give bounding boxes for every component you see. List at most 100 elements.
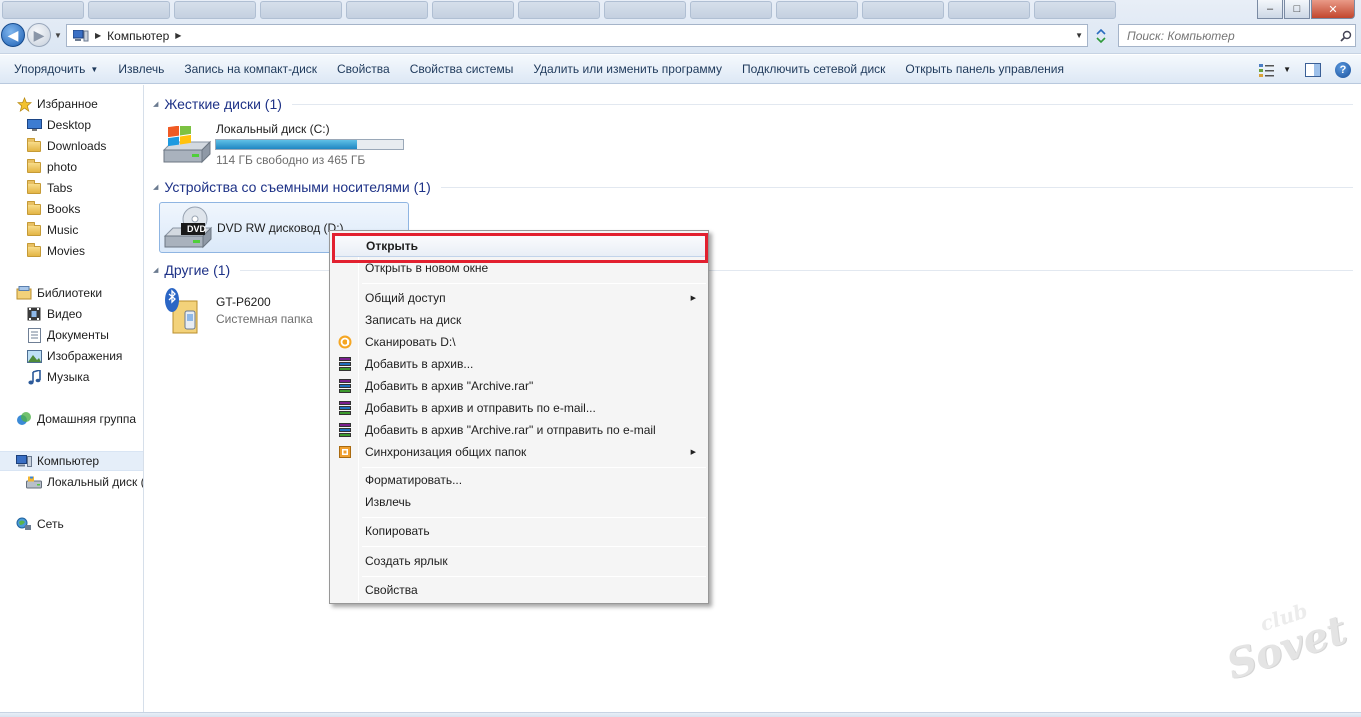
search-icon[interactable] <box>1337 30 1355 42</box>
menu-item-open[interactable]: Открыть <box>332 235 706 257</box>
menu-label: Добавить в архив "Archive.rar" и отправи… <box>365 423 656 437</box>
nav-label: Домашняя группа <box>37 412 137 426</box>
task-tab[interactable] <box>948 1 1030 19</box>
task-tab[interactable] <box>776 1 858 19</box>
disk-usage-fill <box>216 140 358 149</box>
control-panel-button[interactable]: Открыть панель управления <box>895 55 1074 83</box>
address-dropdown-icon[interactable]: ▼ <box>1075 31 1083 40</box>
minimize-icon: – <box>1266 3 1274 15</box>
menu-item-sync[interactable]: Синхронизация общих папок ▶ <box>332 441 706 463</box>
minimize-button[interactable]: – <box>1257 0 1283 19</box>
task-tab[interactable] <box>346 1 428 19</box>
nav-documents[interactable]: Документы <box>0 325 143 345</box>
nav-label: Документы <box>47 328 109 342</box>
task-tab[interactable] <box>432 1 514 19</box>
drive-local-c[interactable]: Локальный диск (C:) 114 ГБ свободно из 4… <box>159 118 409 170</box>
nav-label: Downloads <box>47 139 107 153</box>
collapse-icon[interactable]: ◢ <box>153 266 158 274</box>
nav-label: Музыка <box>47 370 90 384</box>
nav-local-disk[interactable]: Локальный диск ( <box>0 472 143 492</box>
collapse-icon[interactable]: ◢ <box>153 183 158 191</box>
nav-images[interactable]: Изображения <box>0 346 143 366</box>
breadcrumb-computer[interactable]: Компьютер <box>107 29 169 43</box>
nav-video[interactable]: Видео <box>0 304 143 324</box>
nav-libraries[interactable]: Библиотеки <box>0 283 143 303</box>
collapse-icon[interactable]: ◢ <box>153 100 158 108</box>
properties-button[interactable]: Свойства <box>327 55 400 83</box>
music-note-icon <box>26 369 42 385</box>
menu-label: Сканировать D:\ <box>365 335 456 349</box>
nav-label: Desktop <box>47 118 92 132</box>
maximize-icon: □ <box>1293 3 1301 15</box>
menu-item-create-shortcut[interactable]: Создать ярлык <box>332 550 706 572</box>
nav-tabs[interactable]: Tabs <box>0 178 143 198</box>
nav-music[interactable]: Music <box>0 220 143 240</box>
network-icon <box>16 516 32 532</box>
menu-item-add-archive[interactable]: Добавить в архив... <box>332 353 706 375</box>
task-tab[interactable] <box>174 1 256 19</box>
menu-item-add-archive-rar-email[interactable]: Добавить в архив "Archive.rar" и отправи… <box>332 419 706 441</box>
menu-item-eject[interactable]: Извлечь <box>332 491 706 513</box>
burn-button[interactable]: Запись на компакт-диск <box>174 55 327 83</box>
refresh-button[interactable] <box>1092 26 1110 46</box>
maximize-button[interactable]: □ <box>1284 0 1310 19</box>
task-tab[interactable] <box>518 1 600 19</box>
help-icon[interactable]: ? <box>1335 61 1351 78</box>
forward-button[interactable]: ▶ <box>27 23 51 47</box>
menu-item-scan[interactable]: Сканировать D:\ <box>332 331 706 353</box>
submenu-arrow-icon: ▶ <box>690 449 696 456</box>
nav-computer[interactable]: Компьютер <box>0 451 143 471</box>
task-tab[interactable] <box>260 1 342 19</box>
task-tab[interactable] <box>88 1 170 19</box>
map-drive-button[interactable]: Подключить сетевой диск <box>732 55 895 83</box>
menu-item-format[interactable]: Форматировать... <box>332 469 706 491</box>
breadcrumb-separator-icon[interactable]: ▶ <box>175 31 181 40</box>
task-tab[interactable] <box>2 1 84 19</box>
organize-label: Упорядочить <box>14 62 86 76</box>
task-tab[interactable] <box>862 1 944 19</box>
menu-label: Открыть <box>366 239 419 253</box>
nav-downloads[interactable]: Downloads <box>0 136 143 156</box>
nav-network[interactable]: Сеть <box>0 514 143 534</box>
nav-label: photo <box>47 160 78 174</box>
nav-label: Сеть <box>37 517 64 531</box>
address-bar[interactable]: ▶ Компьютер ▶ ▼ <box>66 24 1088 47</box>
task-tab[interactable] <box>604 1 686 19</box>
organize-button[interactable]: Упорядочить ▼ <box>4 55 108 83</box>
search-box[interactable] <box>1118 24 1356 47</box>
nav-homegroup[interactable]: Домашняя группа <box>0 409 143 429</box>
menu-item-burn[interactable]: Записать на диск <box>332 309 706 331</box>
history-dropdown[interactable]: ▼ <box>54 31 62 40</box>
nav-label: Избранное <box>37 97 98 111</box>
nav-favorites[interactable]: Избранное <box>0 94 143 114</box>
folder-icon <box>26 158 42 175</box>
back-button[interactable]: ◀ <box>1 23 25 47</box>
nav-photo[interactable]: photo <box>0 157 143 177</box>
system-properties-button[interactable]: Свойства системы <box>400 55 524 83</box>
menu-label: Создать ярлык <box>365 554 448 568</box>
nav-books[interactable]: Books <box>0 199 143 219</box>
menu-item-share[interactable]: Общий доступ ▶ <box>332 287 706 309</box>
group-hard-disks[interactable]: ◢ Жесткие диски (1) <box>153 94 1353 114</box>
menu-item-add-archive-rar[interactable]: Добавить в архив "Archive.rar" <box>332 375 706 397</box>
uninstall-button[interactable]: Удалить или изменить программу <box>523 55 732 83</box>
nav-desktop[interactable]: Desktop <box>0 115 143 135</box>
task-tab[interactable] <box>1034 1 1116 19</box>
breadcrumb-separator-icon[interactable]: ▶ <box>95 31 101 40</box>
task-tab[interactable] <box>690 1 772 19</box>
close-button[interactable]: ✕ <box>1311 0 1355 19</box>
view-options-button[interactable]: ▼ <box>1259 63 1291 77</box>
nav-label: Tabs <box>47 181 73 195</box>
menu-item-properties[interactable]: Свойства <box>332 579 706 601</box>
search-input[interactable] <box>1119 28 1337 43</box>
eject-button[interactable]: Извлечь <box>108 55 174 83</box>
nav-movies[interactable]: Movies <box>0 241 143 261</box>
winrar-icon <box>332 375 358 397</box>
preview-pane-icon[interactable] <box>1305 62 1321 77</box>
menu-item-open-new-window[interactable]: Открыть в новом окне <box>332 257 706 279</box>
nav-label: Локальный диск ( <box>47 475 143 489</box>
menu-item-copy[interactable]: Копировать <box>332 520 706 542</box>
nav-music-library[interactable]: Музыка <box>0 367 143 387</box>
group-removable[interactable]: ◢ Устройства со съемными носителями (1) <box>153 177 1353 197</box>
menu-item-add-archive-email[interactable]: Добавить в архив и отправить по e-mail..… <box>332 397 706 419</box>
